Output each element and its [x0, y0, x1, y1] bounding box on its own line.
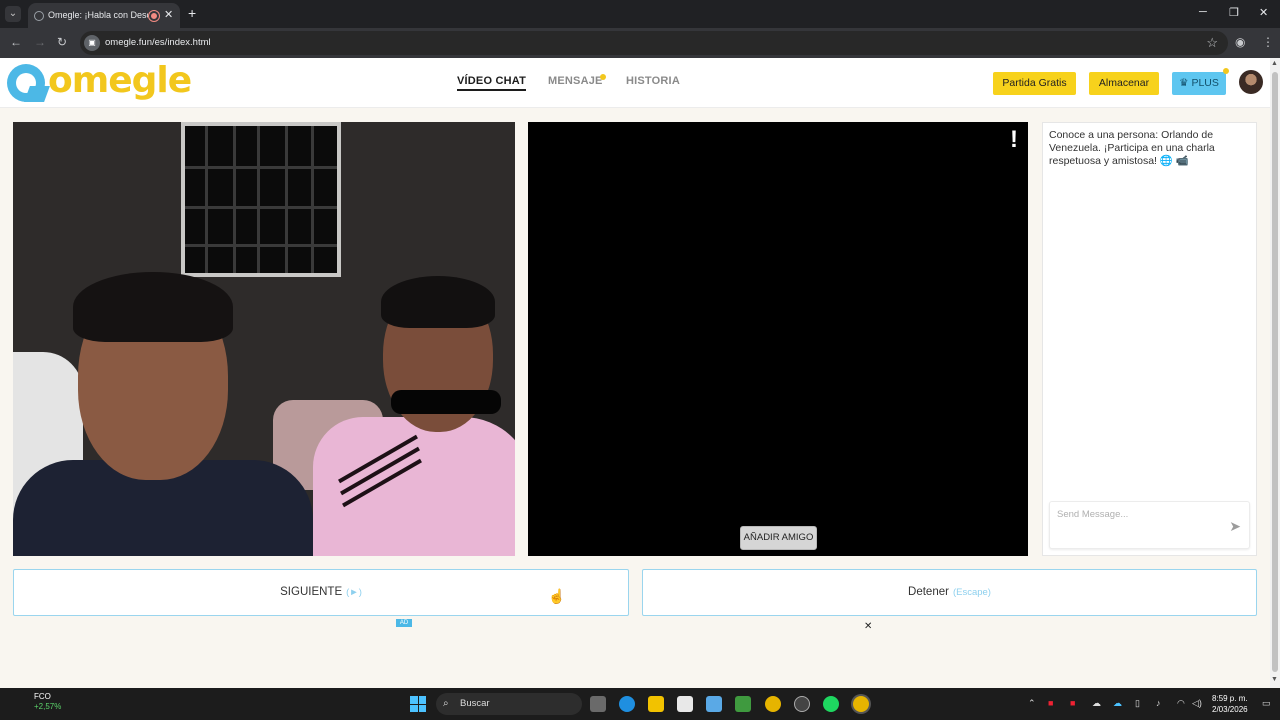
close-tab-icon[interactable]: ✕: [164, 3, 176, 28]
crown-icon: ♛: [1179, 77, 1189, 89]
system-message: Conoce a una persona: Orlando de Venezue…: [1049, 129, 1215, 167]
tray-overflow-icon[interactable]: ⌃: [1028, 698, 1036, 709]
free-game-button[interactable]: Partida Gratis: [993, 72, 1076, 95]
notifications-icon[interactable]: ▭: [1262, 698, 1271, 709]
plus-button[interactable]: ♛ PLUS: [1172, 72, 1226, 95]
logo-text[interactable]: omegle: [48, 60, 192, 101]
person-right: [313, 276, 515, 556]
scroll-thumb[interactable]: [1272, 72, 1278, 672]
windows-start-icon[interactable]: [410, 696, 426, 712]
wifi-icon[interactable]: ◠: [1177, 698, 1185, 709]
spotify-icon[interactable]: [823, 696, 839, 712]
back-arrow-icon[interactable]: ←: [10, 35, 22, 49]
new-tab-button[interactable]: +: [188, 5, 196, 21]
store-button[interactable]: Almacenar: [1089, 72, 1159, 95]
search-icon: ⌕: [443, 698, 449, 709]
message-box[interactable]: ➤: [1049, 501, 1250, 549]
sunglasses: [391, 390, 501, 414]
obs-icon[interactable]: [794, 696, 810, 712]
tray-app-icon[interactable]: ■: [1048, 698, 1053, 708]
chrome-profile-icon[interactable]: [853, 696, 869, 712]
ad-close-icon[interactable]: ✕: [864, 621, 872, 632]
reload-icon[interactable]: ↻: [57, 35, 67, 49]
folder-icon[interactable]: [648, 696, 664, 712]
close-window-button[interactable]: ✕: [1259, 6, 1268, 19]
battery-icon[interactable]: ▯: [1135, 698, 1140, 709]
profile-icon[interactable]: ◉: [1235, 35, 1245, 49]
address-bar[interactable]: ▣ omegle.fun/es/index.html ☆: [80, 31, 1228, 55]
site-header: omegle VÍDEO CHAT MENSAJE HISTORIA Parti…: [0, 58, 1270, 108]
weather-widget[interactable]: FCO +2,57%: [14, 692, 61, 712]
browser-menu-icon[interactable]: ⋮: [1262, 35, 1274, 49]
taskbar-search[interactable]: ⌕ Buscar: [436, 693, 582, 715]
task-view-icon[interactable]: [590, 696, 606, 712]
chrome-icon[interactable]: [765, 696, 781, 712]
page-scrollbar[interactable]: ▲ ▼: [1270, 58, 1280, 688]
weather-title: FCO: [34, 692, 51, 701]
browser-tab[interactable]: Omegle: ¡Habla con Descon ✕: [28, 3, 180, 28]
store-app-icon[interactable]: [677, 696, 693, 712]
omegle-logo-icon[interactable]: [7, 64, 45, 102]
nav-message[interactable]: MENSAJE: [548, 75, 603, 87]
send-icon[interactable]: ➤: [1229, 518, 1241, 535]
notification-dot: [600, 74, 606, 80]
nav-history[interactable]: HISTORIA: [626, 75, 680, 87]
add-friend-button[interactable]: AÑADIR AMIGO: [740, 526, 817, 550]
message-input[interactable]: [1057, 509, 1217, 520]
user-avatar[interactable]: [1239, 70, 1263, 94]
report-icon[interactable]: !: [1010, 126, 1018, 154]
stop-button[interactable]: Detener (Escape): [642, 569, 1257, 616]
chat-panel: Conoce a una persona: Orlando de Venezue…: [1042, 122, 1257, 556]
background-window: [181, 122, 341, 277]
minecraft-icon[interactable]: [735, 696, 751, 712]
weather-change: +2,57%: [34, 702, 62, 711]
next-hint: (►): [346, 587, 362, 598]
search-label: Buscar: [460, 698, 490, 709]
scroll-down-icon[interactable]: ▼: [1271, 676, 1278, 683]
maximize-button[interactable]: ❐: [1229, 6, 1239, 19]
tray-app-icon[interactable]: ■: [1070, 698, 1075, 708]
cloud-icon[interactable]: ☁: [1092, 698, 1101, 709]
forward-arrow-icon[interactable]: →: [34, 35, 46, 49]
browser-toolbar: ← → ↻ ▣ omegle.fun/es/index.html ☆ ◉ ⋮: [0, 28, 1280, 58]
next-button[interactable]: SIGUIENTE (►): [13, 569, 629, 616]
person-left: [13, 272, 313, 556]
next-label: SIGUIENTE: [280, 586, 343, 598]
tab-title: Omegle: ¡Habla con Descon: [48, 10, 148, 20]
clock-date: 2/03/2026: [1212, 705, 1248, 714]
bookmark-star-icon[interactable]: ☆: [1206, 35, 1218, 51]
minimize-button[interactable]: ─: [1199, 6, 1207, 18]
mouse-cursor-icon: ☝: [548, 588, 566, 604]
stop-label: Detener: [908, 586, 949, 598]
taskbar: FCO +2,57% ⌕ Buscar ⌃ ■ ■ ☁ ☁ ▯ ♪ ◠ ◁) 8…: [0, 688, 1280, 720]
plus-label: PLUS: [1191, 77, 1219, 89]
plus-notification-dot: [1223, 68, 1229, 74]
recording-icon: [149, 11, 159, 21]
url-text[interactable]: omegle.fun/es/index.html: [105, 37, 211, 48]
globe-icon: [34, 11, 44, 21]
nav-video-chat[interactable]: VÍDEO CHAT: [457, 75, 527, 91]
site-info-icon[interactable]: ▣: [84, 35, 100, 51]
clock-time: 8:59 p. m.: [1212, 694, 1248, 703]
scroll-up-icon[interactable]: ▲: [1271, 60, 1278, 67]
mail-icon[interactable]: [706, 696, 722, 712]
edge-icon[interactable]: [619, 696, 635, 712]
browser-titlebar: ⌄ Omegle: ¡Habla con Descon ✕ + ─ ❐ ✕: [0, 0, 1280, 28]
clock[interactable]: 8:59 p. m. 2/03/2026: [1212, 693, 1248, 715]
tab-search-icon[interactable]: ⌄: [5, 6, 21, 22]
remote-video: ! AÑADIR AMIGO: [528, 122, 1028, 556]
tray-app-icon[interactable]: ☁: [1113, 698, 1122, 709]
stop-hint: (Escape): [952, 587, 991, 598]
ad-badge: AD: [396, 619, 412, 627]
microphone-icon[interactable]: ♪: [1156, 698, 1161, 708]
volume-icon[interactable]: ◁): [1192, 698, 1202, 709]
local-video: [13, 122, 515, 556]
